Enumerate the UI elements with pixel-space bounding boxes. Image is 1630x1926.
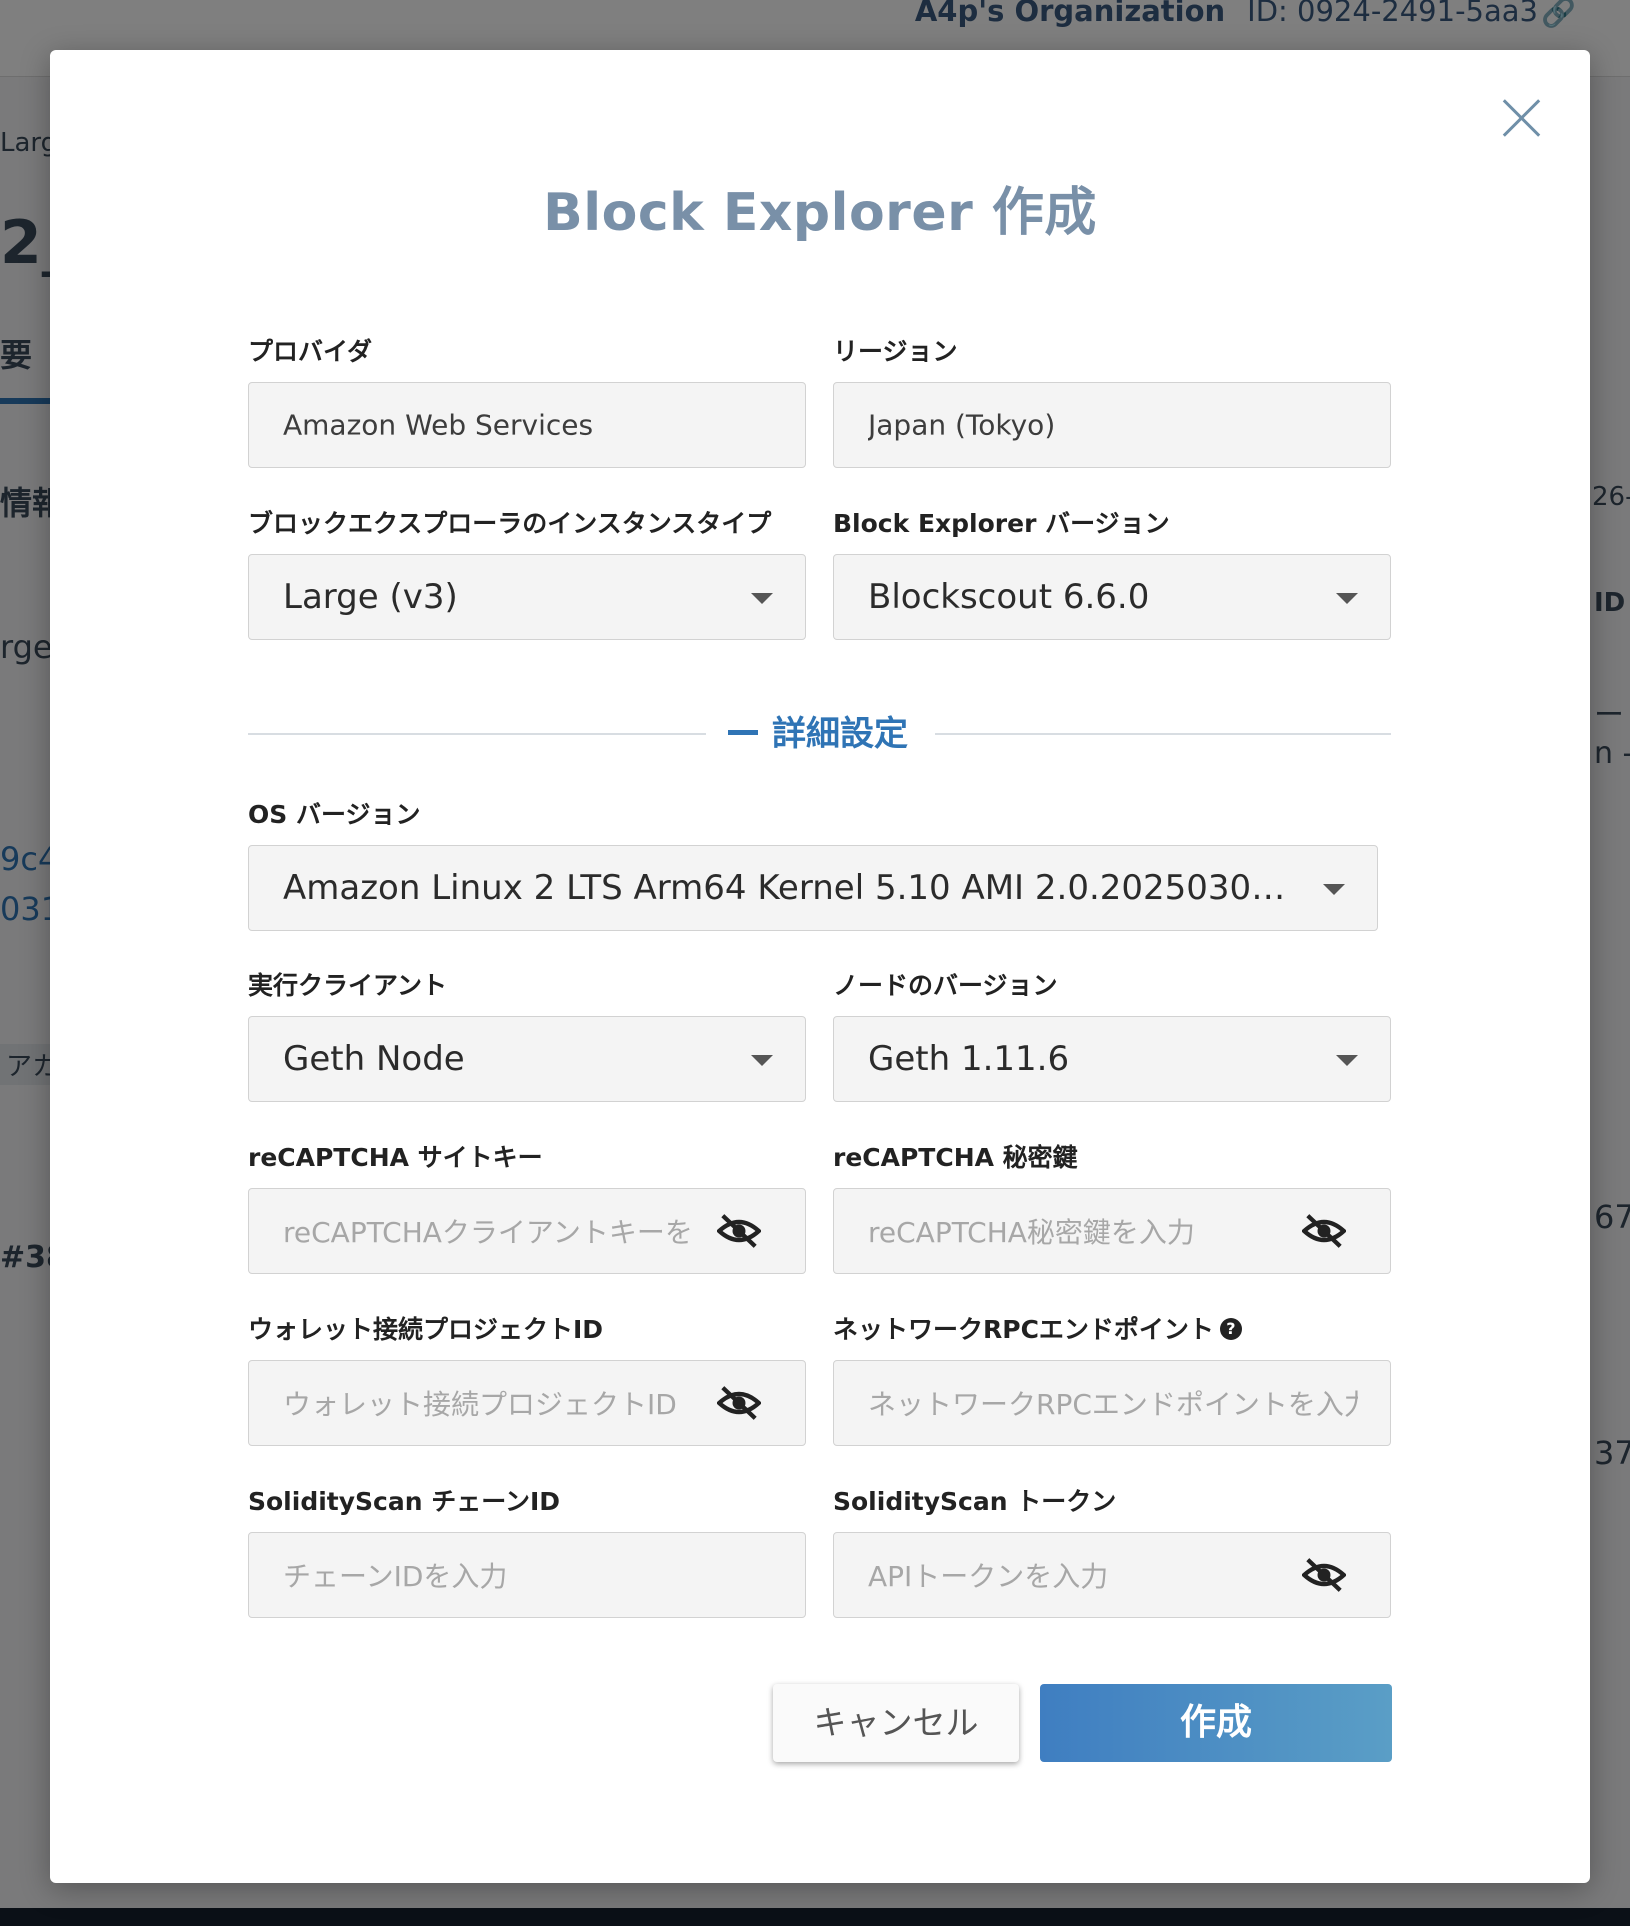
solidityscan-token-input[interactable]: APIトークンを入力: [833, 1532, 1391, 1618]
eye-off-icon[interactable]: [1302, 1557, 1346, 1593]
solidityscan-chain-id-input[interactable]: チェーンIDを入力: [248, 1532, 806, 1618]
solidityscan-token-label: SolidityScan トークン: [833, 1487, 1117, 1516]
region-value: Japan (Tokyo): [868, 408, 1056, 442]
explorer-version-select[interactable]: Blockscout 6.6.0: [833, 554, 1391, 640]
chevron-down-icon: [1336, 1055, 1358, 1066]
help-icon[interactable]: ?: [1219, 1318, 1242, 1340]
node-version-label: ノードのバージョン: [833, 971, 1058, 1000]
chevron-down-icon: [1323, 884, 1345, 895]
instance-type-value: Large (v3): [283, 577, 458, 617]
recaptcha-site-key-placeholder: reCAPTCHAクライアントキーを入力: [283, 1216, 693, 1249]
explorer-version-label: Block Explorer バージョン: [833, 509, 1170, 538]
recaptcha-site-key-label: reCAPTCHA サイトキー: [248, 1143, 543, 1172]
solidityscan-chain-id-label: SolidityScan チェーンID: [248, 1487, 561, 1516]
instance-type-label: ブロックエクスプローラのインスタンスタイプ: [248, 509, 772, 538]
divider-right: [935, 733, 1391, 735]
provider-value: Amazon Web Services: [283, 408, 594, 442]
solidityscan-chain-id-placeholder: チェーンIDを入力: [283, 1560, 508, 1593]
provider-label: プロバイダ: [248, 337, 373, 366]
solidityscan-token-placeholder: APIトークンを入力: [868, 1560, 1109, 1593]
create-block-explorer-dialog: Block Explorer 作成 プロバイダ Amazon Web Servi…: [50, 50, 1590, 1883]
wallet-project-id-placeholder: ウォレット接続プロジェクトID: [283, 1388, 677, 1421]
chevron-down-icon: [751, 1055, 773, 1066]
network-rpc-placeholder: ネットワークRPCエンドポイントを入力: [868, 1388, 1358, 1421]
os-version-label: OS バージョン: [248, 800, 421, 829]
provider-field: Amazon Web Services: [248, 382, 806, 468]
network-rpc-input[interactable]: ネットワークRPCエンドポイントを入力: [833, 1360, 1391, 1446]
os-version-value: Amazon Linux 2 LTS Arm64 Kernel 5.10 AMI…: [283, 868, 1293, 908]
wallet-project-id-input[interactable]: ウォレット接続プロジェクトID: [248, 1360, 806, 1446]
close-icon[interactable]: [1500, 96, 1544, 140]
explorer-version-value: Blockscout 6.6.0: [868, 577, 1150, 617]
execution-client-value: Geth Node: [283, 1039, 465, 1079]
recaptcha-secret-placeholder: reCAPTCHA秘密鍵を入力: [868, 1216, 1195, 1249]
recaptcha-site-key-input[interactable]: reCAPTCHAクライアントキーを入力: [248, 1188, 806, 1274]
network-rpc-label: ネットワークRPCエンドポイント?: [833, 1310, 1242, 1346]
wallet-project-id-label: ウォレット接続プロジェクトID: [248, 1315, 604, 1344]
chevron-down-icon: [1336, 593, 1358, 604]
advanced-settings-toggle[interactable]: 詳細設定: [728, 706, 908, 755]
eye-off-icon[interactable]: [717, 1385, 761, 1421]
node-version-select[interactable]: Geth 1.11.6: [833, 1016, 1391, 1102]
divider-left: [248, 733, 706, 735]
cancel-button[interactable]: キャンセル: [773, 1684, 1019, 1762]
create-button[interactable]: 作成: [1040, 1684, 1392, 1762]
execution-client-select[interactable]: Geth Node: [248, 1016, 806, 1102]
eye-off-icon[interactable]: [717, 1213, 761, 1249]
region-field: Japan (Tokyo): [833, 382, 1391, 468]
node-version-value: Geth 1.11.6: [868, 1039, 1070, 1079]
collapse-icon: [728, 730, 758, 735]
os-version-select[interactable]: Amazon Linux 2 LTS Arm64 Kernel 5.10 AMI…: [248, 845, 1378, 931]
dialog-title: Block Explorer 作成: [543, 183, 1097, 243]
region-label: リージョン: [833, 337, 958, 366]
advanced-settings-label: 詳細設定: [772, 714, 908, 754]
network-rpc-label-text: ネットワークRPCエンドポイント: [833, 1315, 1214, 1344]
eye-off-icon[interactable]: [1302, 1213, 1346, 1249]
recaptcha-secret-input[interactable]: reCAPTCHA秘密鍵を入力: [833, 1188, 1391, 1274]
execution-client-label: 実行クライアント: [248, 971, 448, 1000]
chevron-down-icon: [751, 593, 773, 604]
instance-type-select[interactable]: Large (v3): [248, 554, 806, 640]
recaptcha-secret-label: reCAPTCHA 秘密鍵: [833, 1143, 1078, 1172]
